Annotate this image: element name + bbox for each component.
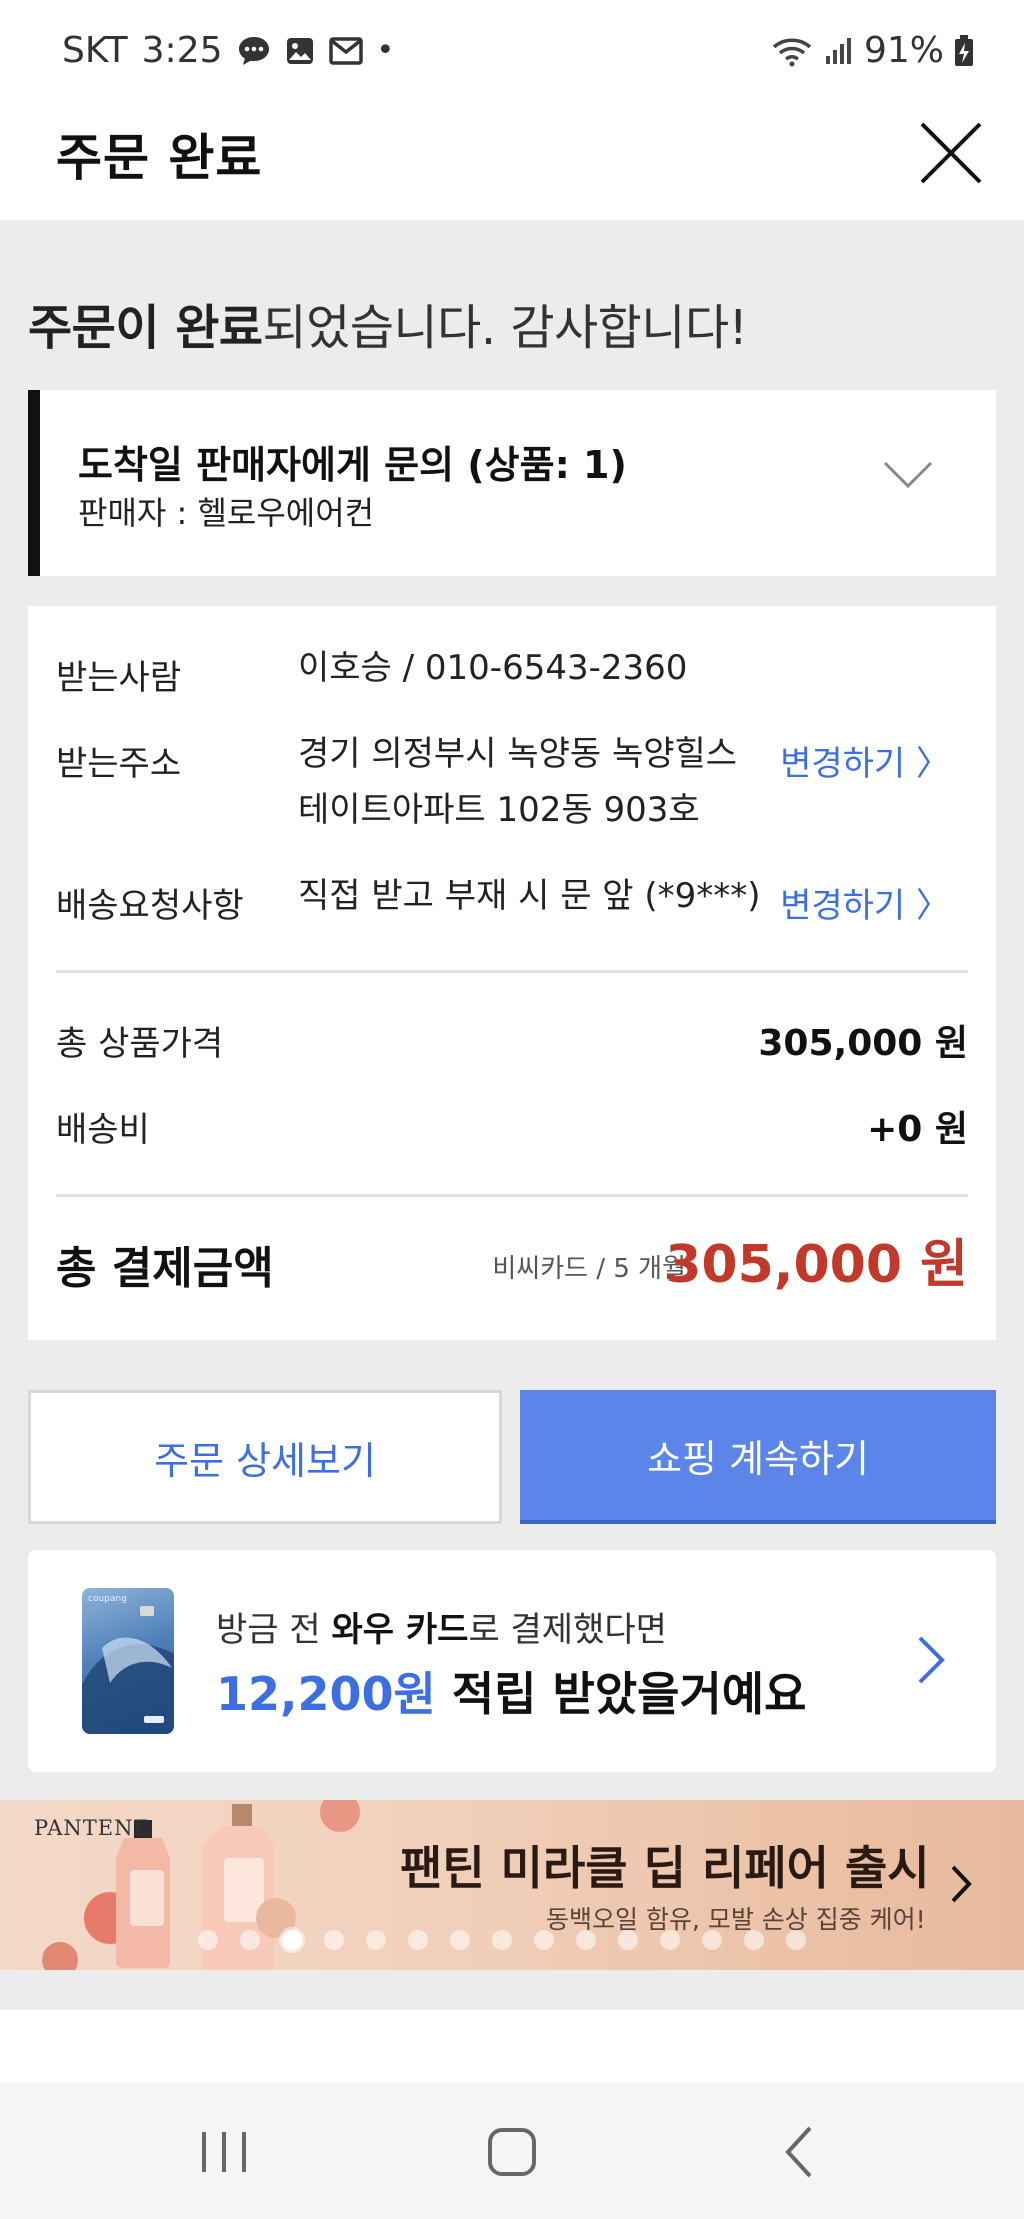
carousel-dot[interactable] [324, 1930, 344, 1950]
completion-message: 주문이 완료되었습니다. 감사합니다! [28, 288, 748, 358]
grand-total-label: 총 결제금액 [56, 1243, 274, 1294]
promo-line2-suffix: 적립 받았을거예요 [435, 1667, 807, 1721]
order-detail-button[interactable]: 주문 상세보기 [28, 1390, 502, 1524]
grand-total-value: 305,000 원 [665, 1235, 968, 1295]
seller-inquiry-title: 도착일 판매자에게 문의 (상품: 1) [78, 443, 627, 487]
promo-amount: 12,200원 [216, 1667, 436, 1721]
promo-line1: 방금 전 와우 카드로 결제했다면 [216, 1602, 667, 1651]
chat-bubble-icon [238, 36, 269, 65]
battery-percent: 91% [863, 30, 944, 71]
seller-name: 판매자 : 헬로우에어컨 [78, 494, 375, 532]
promo-line1-prefix: 방금 전 [216, 1610, 332, 1650]
status-right: 91% [770, 30, 974, 71]
carousel-dot[interactable] [492, 1930, 512, 1950]
completion-message-rest: 되었습니다. 감사합니다! [262, 300, 748, 356]
promo-line2: 12,200원 적립 받았을거예요 [216, 1658, 806, 1724]
home-icon[interactable] [482, 2122, 542, 2182]
status-left: SKT 3:25 • [62, 30, 394, 71]
carousel-dot[interactable] [660, 1930, 680, 1950]
carousel-dot[interactable] [282, 1930, 302, 1950]
page-header: 주문 완료 [0, 108, 1024, 220]
bottom-spacer [0, 2010, 1024, 2082]
banner-title: 팬틴 미라클 딥 리페어 출시 [400, 1841, 930, 1895]
recent-apps-icon[interactable] [194, 2122, 254, 2182]
system-nav-bar [0, 2082, 1024, 2219]
chevron-down-icon[interactable] [882, 458, 934, 492]
carousel-dot[interactable] [450, 1930, 470, 1950]
signal-icon [825, 37, 851, 64]
carousel-dots [198, 1930, 806, 1950]
close-icon[interactable] [916, 118, 986, 188]
carousel-dot[interactable] [534, 1930, 554, 1950]
promo-card-name: 와우 카드 [331, 1610, 469, 1650]
carousel-dot[interactable] [618, 1930, 638, 1950]
banner-brand: PANTENE [34, 1816, 150, 1840]
seller-inquiry-card[interactable]: 도착일 판매자에게 문의 (상품: 1) 판매자 : 헬로우에어컨 [28, 390, 996, 576]
mail-icon [328, 36, 363, 65]
carousel-dot[interactable] [576, 1930, 596, 1950]
clock: 3:25 [141, 30, 223, 71]
completion-message-bold: 주문이 완료 [28, 300, 263, 356]
shipping-fee-label: 배송비 [56, 1110, 150, 1150]
card-brand-label: coupang [88, 1594, 127, 1604]
recipient-label: 받는사람 [56, 658, 182, 698]
ad-banner[interactable]: PANTENE 팬틴 미라클 딥 리페어 출시 동백오일 함유, 모발 손상 집… [0, 1800, 1024, 1970]
address-line1: 경기 의정부시 녹양동 녹양힐스 [298, 734, 738, 774]
payment-method: 비씨카드 / 5 개월 [492, 1254, 686, 1284]
request-label: 배송요청사항 [56, 886, 244, 926]
product-total-value: 305,000 원 [758, 1023, 968, 1064]
carousel-dot[interactable] [744, 1930, 764, 1950]
continue-shopping-button[interactable]: 쇼핑 계속하기 [520, 1390, 996, 1524]
carousel-dot[interactable] [786, 1930, 806, 1950]
carousel-dot[interactable] [408, 1930, 428, 1950]
divider [56, 1194, 968, 1197]
promo-line1-suffix: 로 결제했다면 [468, 1610, 667, 1650]
product-total-label: 총 상품가격 [56, 1024, 224, 1064]
carousel-dot[interactable] [198, 1930, 218, 1950]
wow-card-promo[interactable]: coupang 방금 전 와우 카드로 결제했다면 12,200원 적립 받았을… [28, 1550, 996, 1772]
back-icon[interactable] [770, 2122, 830, 2182]
divider [56, 970, 968, 973]
wifi-icon [772, 38, 812, 66]
wow-card-image: coupang [82, 1588, 174, 1734]
carrier: SKT [62, 30, 128, 71]
gallery-icon [286, 37, 313, 64]
chevron-right-icon[interactable] [916, 1634, 946, 1686]
battery-charging-icon [955, 34, 973, 66]
carousel-dot[interactable] [366, 1930, 386, 1950]
page-title: 주문 완료 [56, 129, 263, 187]
address-line2: 테이트아파트 102동 903호 [298, 790, 700, 830]
status-bar: SKT 3:25 • 91% [0, 0, 1024, 108]
carousel-dot[interactable] [240, 1930, 260, 1950]
request-value: 직접 받고 부재 시 문 앞 (*9***) [298, 876, 761, 916]
recipient-value: 이호승 / 010-6543-2360 [298, 648, 688, 688]
notification-dot: • [376, 33, 395, 68]
carousel-dot[interactable] [702, 1930, 722, 1950]
order-info-card: 받는사람 이호승 / 010-6543-2360 받는주소 경기 의정부시 녹양… [28, 606, 996, 1340]
shipping-fee-value: +0 원 [867, 1109, 968, 1150]
address-change-link[interactable]: 변경하기 〉 [780, 736, 950, 785]
address-label: 받는주소 [56, 744, 182, 784]
chevron-right-icon[interactable] [950, 1864, 972, 1904]
request-change-link[interactable]: 변경하기 〉 [780, 878, 950, 927]
